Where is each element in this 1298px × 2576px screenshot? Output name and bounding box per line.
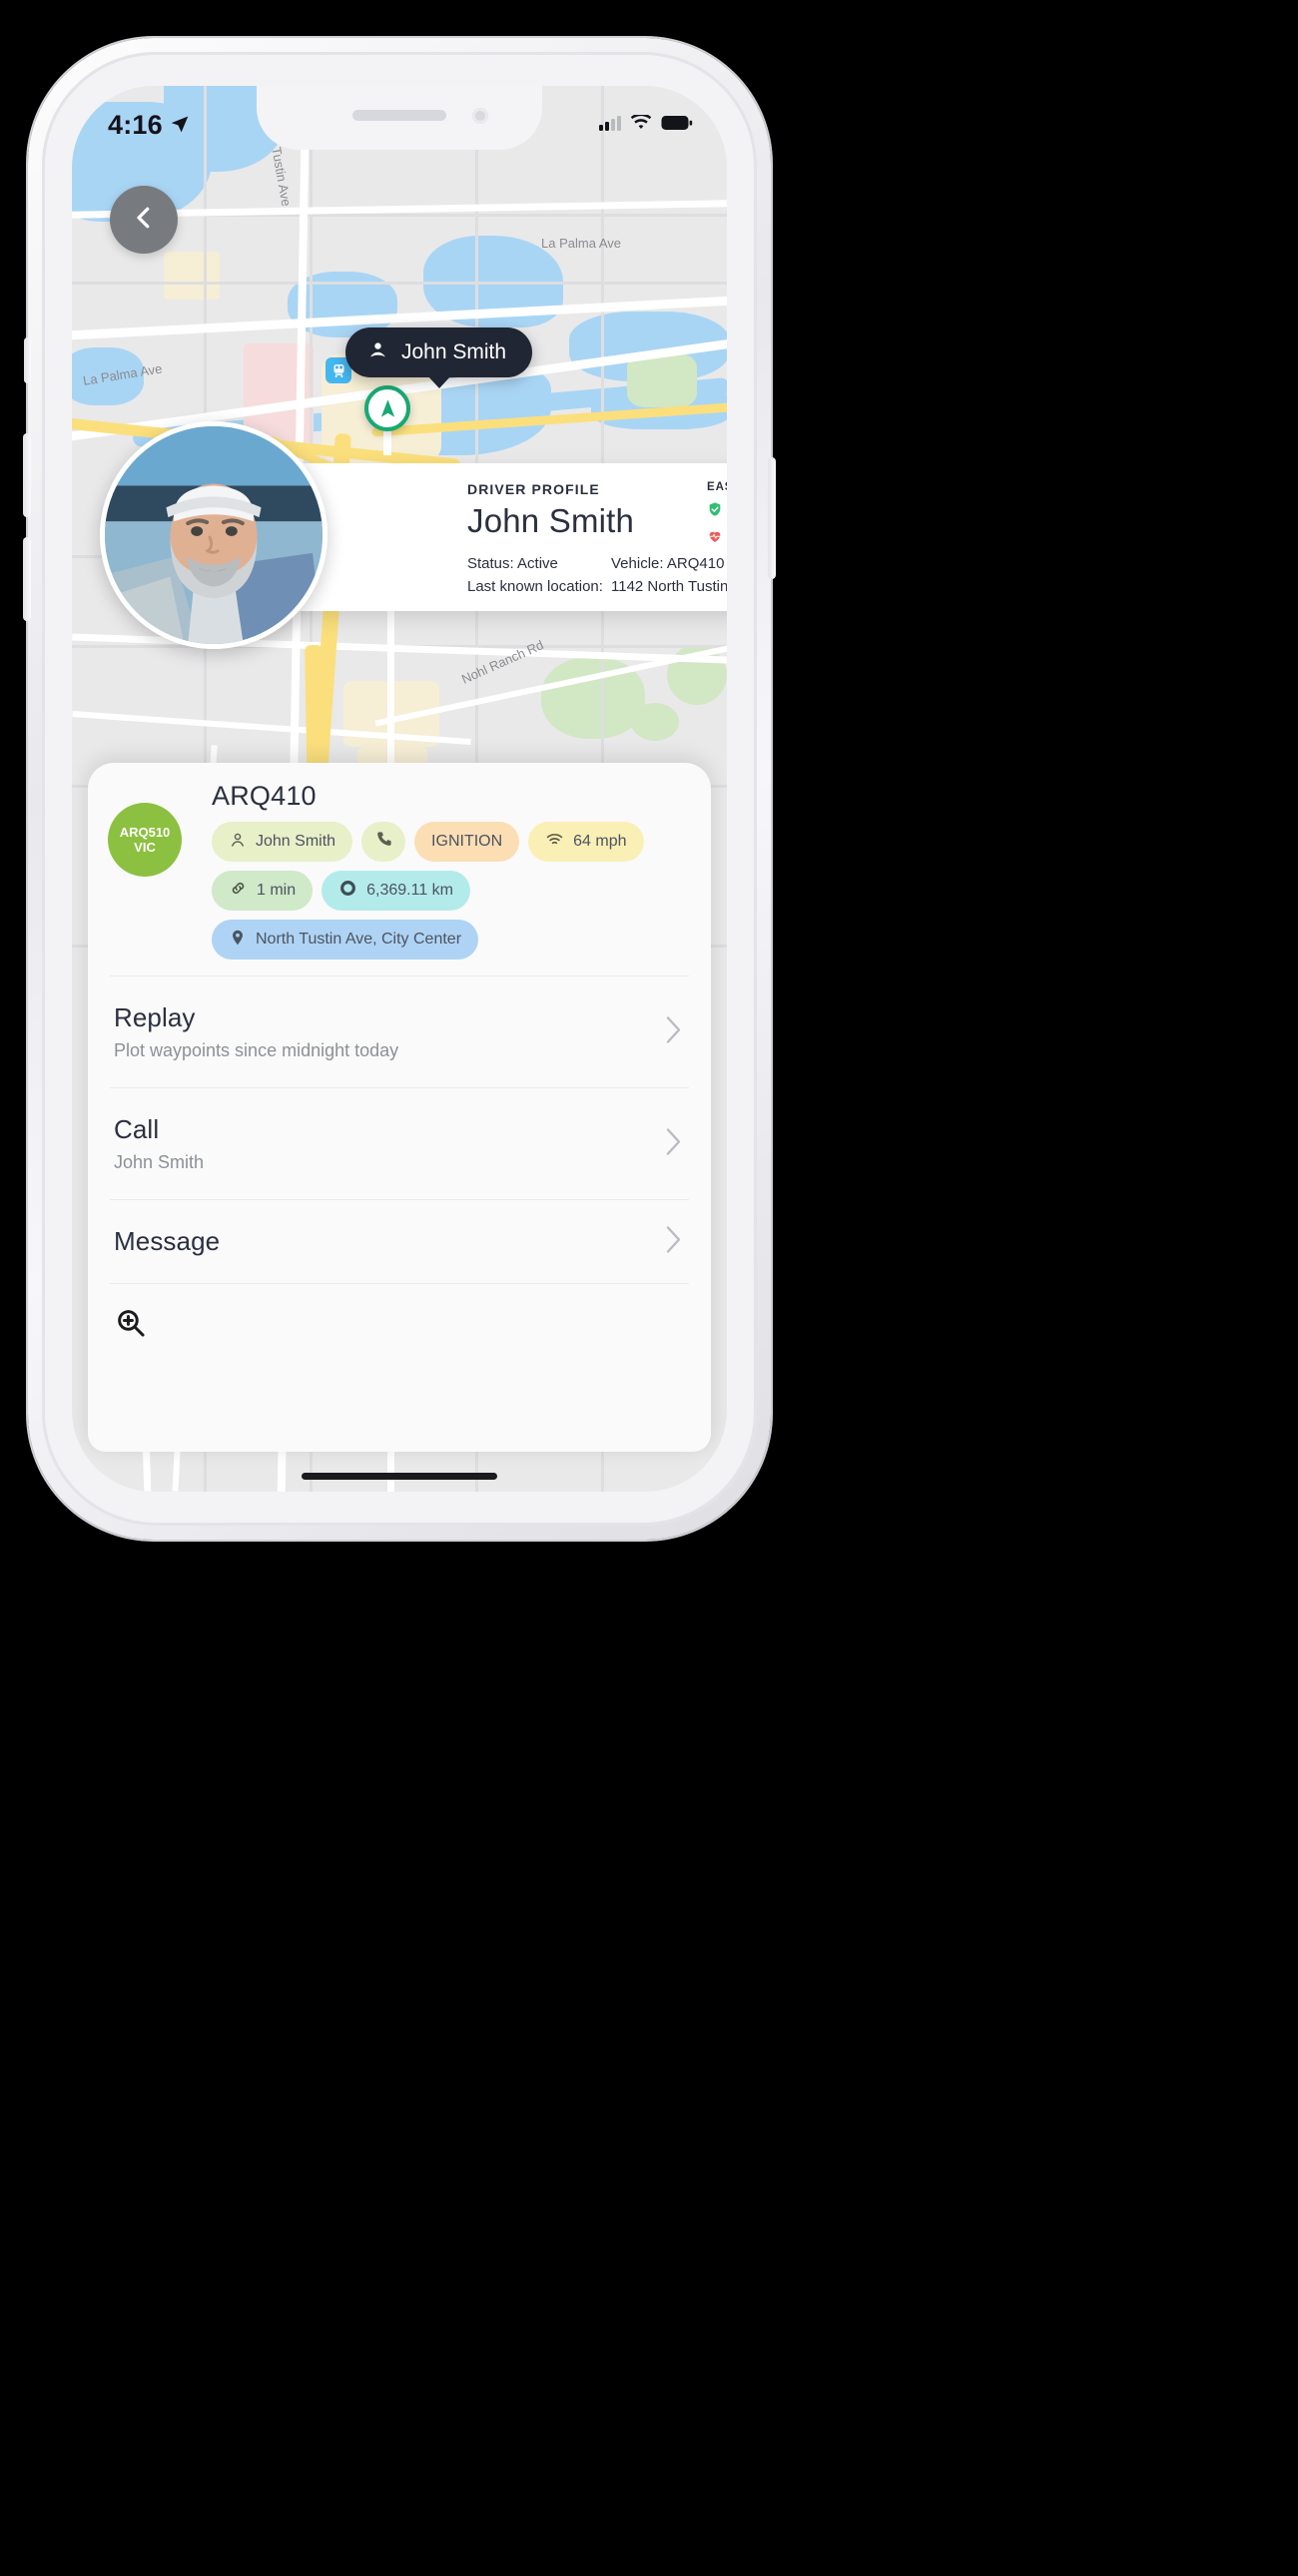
person-icon <box>229 831 247 854</box>
back-button[interactable] <box>110 186 178 254</box>
driver-location-value: 1142 North Tustin Ave <box>611 578 727 596</box>
odometer-icon <box>338 879 357 903</box>
vehicle-summary: ARQ510 VIC ARQ410 John Smith IGNITION 64… <box>88 763 711 975</box>
driver-detail-row-location: Last known location: 1142 North Tustin A… <box>467 575 727 598</box>
screenshot-root: Tustin Ave La Palma Ave La Palma Ave Noh… <box>0 0 1298 2576</box>
vehicle-badge-line1: ARQ510 <box>119 824 171 840</box>
driver-map-tooltip[interactable]: John Smith <box>345 327 533 377</box>
driver-tooltip-label: John Smith <box>401 340 507 363</box>
chip-odometer[interactable]: 6,369.11 km <box>322 871 470 911</box>
driver-location-label: Last known location: <box>467 578 603 596</box>
action-row-call[interactable]: Call John Smith <box>88 1088 711 1199</box>
easy-docs-panel: EASY DOCS Safety Training <box>707 481 727 547</box>
action-subtitle: Plot waypoints since midnight today <box>114 1040 399 1060</box>
link-icon <box>229 879 248 903</box>
chip-label: IGNITION <box>431 833 503 850</box>
action-title: Replay <box>114 1002 196 1032</box>
chevron-right-icon <box>661 1012 685 1051</box>
action-title: Call <box>114 1114 160 1144</box>
home-indicator[interactable] <box>302 1473 497 1480</box>
power-button[interactable] <box>768 457 776 579</box>
speed-icon <box>545 830 564 854</box>
chevron-left-icon <box>129 203 159 238</box>
doc-badge-first-aid-cert[interactable]: First Aid Cert <box>707 528 727 547</box>
phone-mockup: Tustin Ave La Palma Ave La Palma Ave Noh… <box>23 38 776 1540</box>
phone-notch <box>257 86 542 150</box>
earpiece-speaker <box>352 110 446 121</box>
vehicle-detail-sheet: ARQ510 VIC ARQ410 John Smith IGNITION 64… <box>88 763 711 1452</box>
phone-screen: Tustin Ave La Palma Ave La Palma Ave Noh… <box>72 86 727 1492</box>
action-subtitle: John Smith <box>114 1152 205 1172</box>
chevron-right-icon <box>661 1222 685 1261</box>
driver-detail-row-top: Status: Active Vehicle: ARQ410 <box>467 552 727 575</box>
chip-label: 64 mph <box>573 833 627 850</box>
action-row-replay[interactable]: Replay Plot waypoints since midnight tod… <box>88 976 711 1087</box>
vehicle-title: ARQ410 <box>212 781 317 811</box>
map-label: Tustin Ave <box>269 146 295 208</box>
driver-status-label: Status: <box>467 555 514 572</box>
chip-call-button[interactable] <box>361 822 406 862</box>
chip-label: 6,369.11 km <box>366 882 453 899</box>
easy-docs-heading: EASY DOCS <box>707 481 727 493</box>
mute-switch[interactable] <box>24 337 31 383</box>
sheet-footer <box>88 1284 711 1367</box>
doc-badge-safety-training[interactable]: Safety Training <box>707 501 727 520</box>
marker-stem <box>383 429 391 455</box>
vehicle-chip-list: John Smith IGNITION 64 mph 1 min 6,369.1… <box>212 822 685 960</box>
chip-last-contact[interactable]: 1 min <box>212 871 314 911</box>
map-pin-icon <box>229 929 247 952</box>
volume-down-button[interactable] <box>23 537 31 621</box>
driver-detail-rows: Status: Active Vehicle: ARQ410 Last know… <box>467 552 727 599</box>
chip-ignition[interactable]: IGNITION <box>414 822 520 862</box>
phone-icon <box>374 830 393 854</box>
volume-up-button[interactable] <box>23 433 31 517</box>
map-label: La Palma Ave <box>541 236 621 251</box>
heart-pulse-icon <box>707 528 723 547</box>
chip-driver[interactable]: John Smith <box>212 822 353 862</box>
driver-avatar[interactable] <box>100 421 327 649</box>
driver-status-value: Active <box>517 555 558 572</box>
chip-speed[interactable]: 64 mph <box>528 822 644 862</box>
shield-check-icon <box>707 501 723 520</box>
navigation-arrow-icon[interactable] <box>364 385 410 431</box>
driver-vehicle-label: Vehicle: <box>611 555 664 572</box>
vehicle-badge-line2: VIC <box>134 840 156 855</box>
chip-label: John Smith <box>256 833 336 850</box>
driver-vehicle-value: ARQ410 <box>666 555 725 572</box>
driver-profile-kicker: DRIVER PROFILE <box>467 481 600 497</box>
vehicle-badge[interactable]: ARQ510 VIC <box>108 803 182 877</box>
front-camera <box>472 108 488 124</box>
action-row-message[interactable]: Message <box>88 1200 711 1283</box>
driver-vehicle: Vehicle: ARQ410 <box>611 552 724 575</box>
zoom-in-icon[interactable] <box>114 1310 148 1344</box>
chip-label: 1 min <box>257 882 297 899</box>
action-title: Message <box>114 1226 221 1256</box>
chevron-right-icon <box>661 1124 685 1163</box>
driver-name: John Smith <box>467 502 635 539</box>
person-icon <box>367 339 388 366</box>
driver-status: Status: Active <box>467 552 611 575</box>
chip-location[interactable]: North Tustin Ave, City Center <box>212 920 479 960</box>
chip-label: North Tustin Ave, City Center <box>256 931 462 948</box>
